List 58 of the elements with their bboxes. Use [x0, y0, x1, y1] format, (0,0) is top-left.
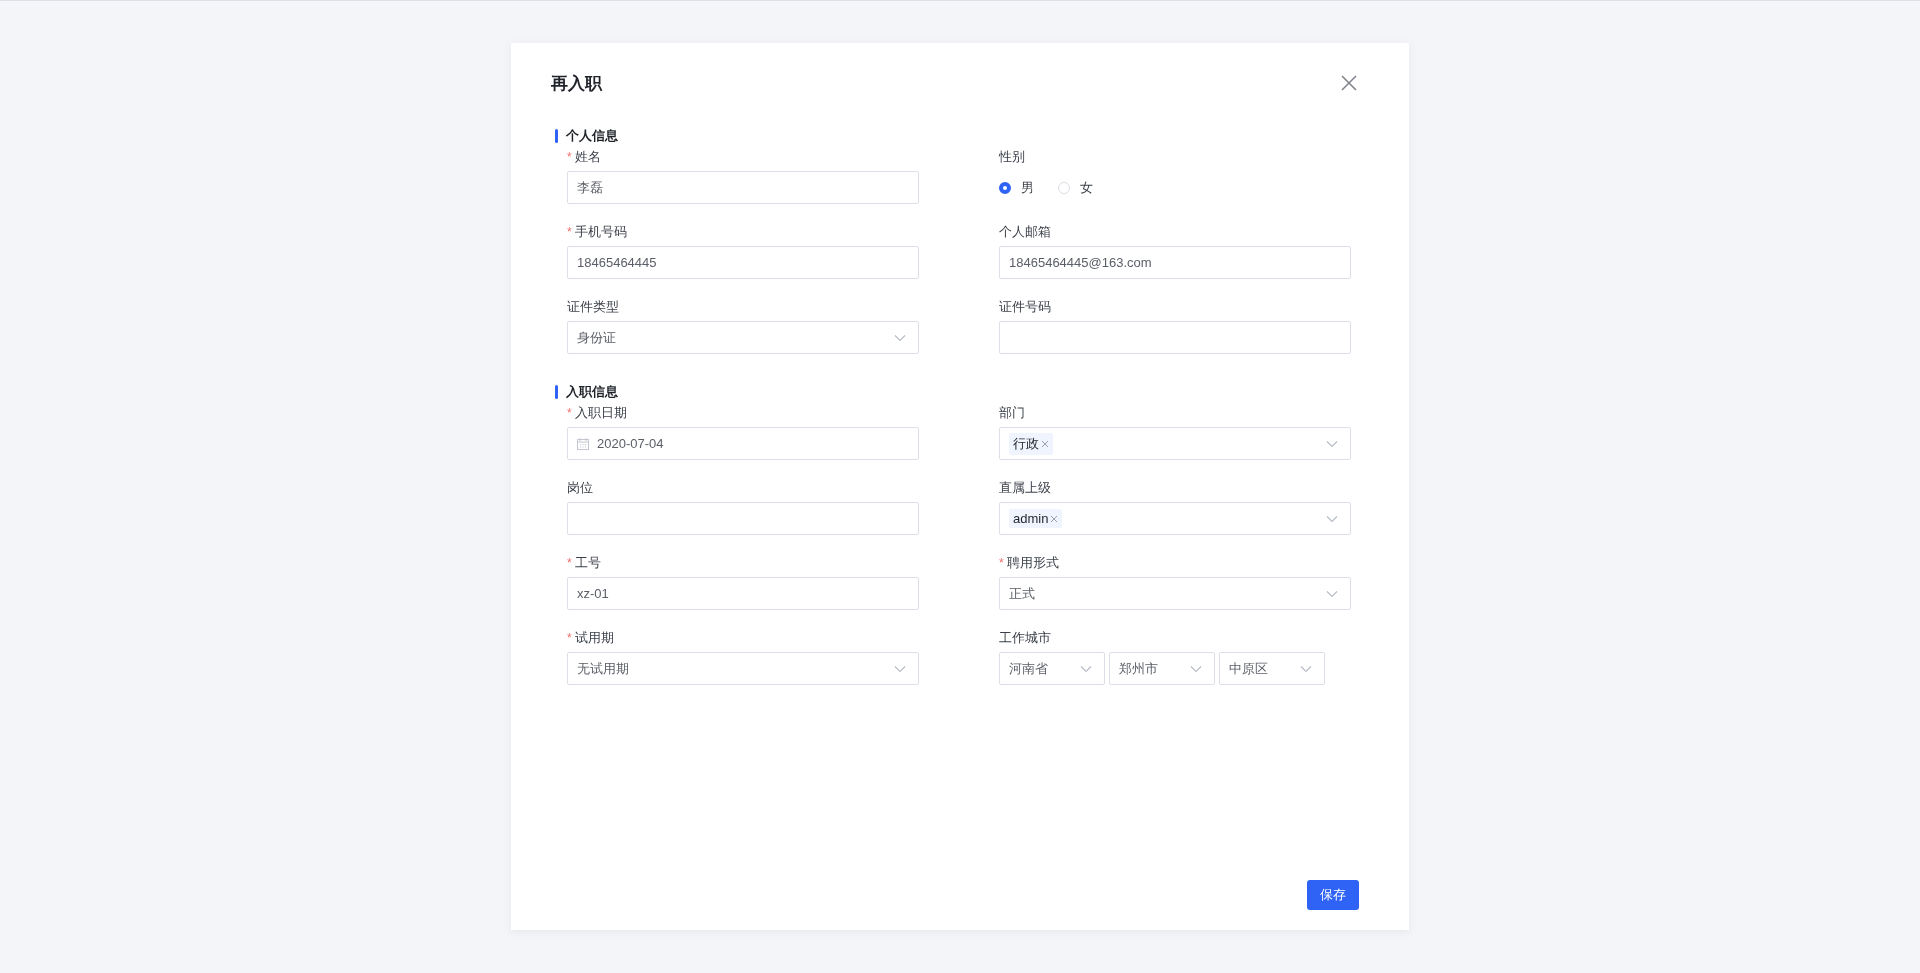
chevron-down-icon: [1080, 664, 1092, 673]
field-label: 试用期: [574, 629, 614, 647]
radio-label[interactable]: 女: [1080, 178, 1093, 197]
required-mark: *: [567, 556, 572, 570]
field-label: 个人邮箱: [999, 223, 1051, 241]
field-label: 岗位: [567, 479, 593, 497]
field-label: 手机号码: [574, 223, 627, 241]
field-label: 部门: [999, 404, 1025, 422]
text-field[interactable]: [567, 502, 919, 535]
required-mark: *: [567, 631, 572, 645]
close-icon[interactable]: [1041, 439, 1049, 448]
select-field[interactable]: 河南省: [999, 652, 1105, 685]
tag: admin: [1009, 509, 1063, 528]
field-label: 工作城市: [999, 629, 1051, 647]
close-icon[interactable]: [1050, 514, 1059, 523]
field-label: 证件号码: [999, 298, 1051, 316]
field-label: 工号: [574, 554, 601, 572]
field-label: 性别: [999, 148, 1025, 166]
chevron-down-icon: [894, 333, 906, 342]
select-field[interactable]: 中原区: [1219, 652, 1325, 685]
field-label: 姓名: [574, 148, 601, 166]
required-mark: *: [567, 406, 572, 420]
close-icon[interactable]: [1341, 75, 1357, 91]
text-field[interactable]: 李磊: [567, 171, 919, 204]
chevron-down-icon: [1300, 664, 1312, 673]
section-title: 入职信息: [566, 383, 618, 401]
section-marker: [555, 385, 558, 399]
select-field[interactable]: 身份证: [567, 321, 919, 354]
section-marker: [555, 129, 558, 143]
field-label: 聘用形式: [1006, 554, 1059, 572]
text-field[interactable]: [999, 321, 1351, 354]
chevron-down-icon: [1326, 439, 1338, 448]
radio-label[interactable]: 男: [1021, 178, 1034, 197]
save-button[interactable]: 保存: [1307, 880, 1359, 910]
select-field[interactable]: 郑州市: [1109, 652, 1215, 685]
select-field[interactable]: 正式: [999, 577, 1351, 610]
field-label: 入职日期: [574, 404, 627, 422]
required-mark: *: [567, 225, 572, 239]
required-mark: *: [567, 150, 572, 164]
field-label: 直属上级: [999, 479, 1051, 497]
chevron-down-icon: [1326, 514, 1338, 523]
required-mark: *: [999, 556, 1004, 570]
field-label: 证件类型: [567, 298, 619, 316]
radio-button[interactable]: [999, 181, 1011, 194]
calendar-icon: [577, 437, 589, 450]
text-field[interactable]: 18465464445@163.com: [999, 246, 1351, 279]
date-field[interactable]: 2020-07-04: [567, 427, 919, 460]
multi-select-field[interactable]: 行政: [999, 427, 1351, 460]
chevron-down-icon: [1326, 589, 1338, 598]
chevron-down-icon: [894, 664, 906, 673]
chevron-down-icon: [1190, 664, 1202, 673]
text-field[interactable]: 18465464445: [567, 246, 919, 279]
dialog-title: 再入职: [551, 72, 602, 95]
text-field[interactable]: xz-01: [567, 577, 919, 610]
multi-select-field[interactable]: admin: [999, 502, 1351, 535]
select-field[interactable]: 无试用期: [567, 652, 919, 685]
section-title: 个人信息: [566, 127, 618, 145]
tag: 行政: [1009, 432, 1053, 455]
